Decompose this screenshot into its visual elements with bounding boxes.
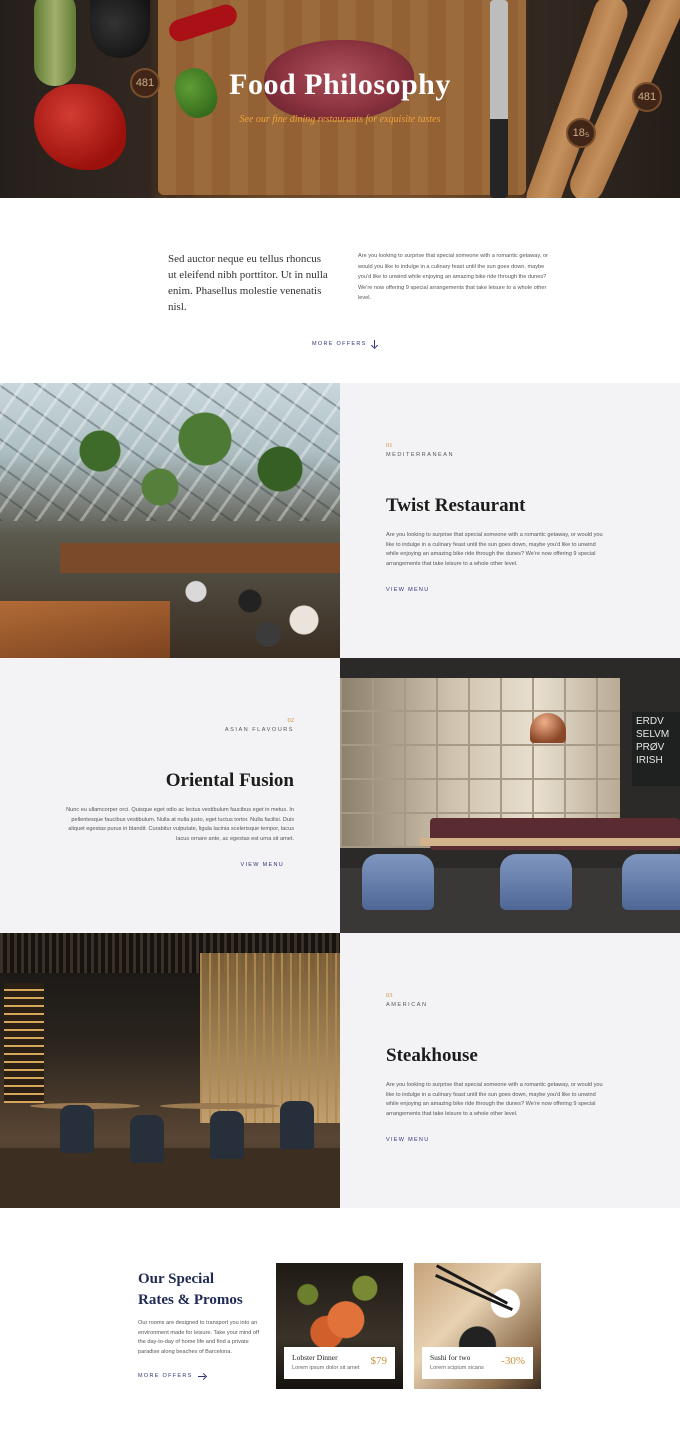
dining-table: [160, 1103, 280, 1109]
more-offers-link[interactable]: MORE OFFERS: [312, 340, 378, 348]
restaurant-row-steakhouse: 03 AMERICAN Steakhouse Are you looking t…: [0, 933, 680, 1208]
intro-text: Are you looking to surprise that special…: [358, 253, 548, 301]
chair: [130, 1115, 164, 1163]
restaurant-description: Are you looking to surprise that special…: [386, 1082, 603, 1117]
restaurant-row-twist: 01 MEDITERRANEAN Twist Restaurant Are yo…: [0, 383, 680, 658]
promo-card-sushi[interactable]: Sushi for two Lorem scipium sicans -30%: [414, 1263, 541, 1389]
promo-card-label: Sushi for two Lorem scipium sicans -30%: [422, 1347, 533, 1379]
hanging-plants: [40, 403, 340, 523]
restaurant-row-oriental: 02 ASIAN FLAVOURS Oriental Fusion Nunc e…: [0, 658, 680, 933]
hero-title: Food Philosophy: [229, 68, 451, 101]
more-offers-label: MORE OFFERS: [312, 341, 367, 347]
restaurant-number: 03: [386, 992, 393, 999]
restaurant-category: MEDITERRANEAN: [386, 452, 454, 458]
promos-link-label: MORE OFFERS: [138, 1373, 193, 1379]
restaurant-category: AMERICAN: [386, 1002, 428, 1008]
steakhouse-photo: [0, 933, 340, 1208]
restaurant-description: Nunc eu ullamcorper orci. Quisque eget o…: [66, 807, 294, 842]
intro-quote: Sed auctor neque eu tellus rhoncus ut el…: [168, 253, 328, 313]
oriental-info-panel: 02 ASIAN FLAVOURS Oriental Fusion Nunc e…: [0, 658, 340, 933]
blue-chair: [622, 854, 680, 910]
promos-title: Our Special Rates & Promos: [138, 1269, 243, 1311]
twist-info-panel: 01 MEDITERRANEAN Twist Restaurant Are yo…: [340, 383, 680, 658]
promos-more-offers-link[interactable]: MORE OFFERS: [138, 1373, 206, 1379]
restaurant-description: Are you looking to surprise that special…: [386, 532, 603, 567]
promos-title-line2: Rates & Promos: [138, 1292, 243, 1308]
dining-table: [420, 838, 680, 846]
view-menu-link[interactable]: VIEW MENU: [386, 587, 429, 593]
oriental-fusion-photo: ERDV SELVM PRØV IRISH: [340, 658, 680, 933]
restaurant-title: Twist Restaurant: [386, 495, 526, 516]
promo-card-label: Lobster Dinner Lorem ipsum dolor sit ame…: [284, 1347, 395, 1379]
blue-chair: [362, 854, 434, 910]
wine-wall: [4, 983, 44, 1103]
twist-restaurant-photo: [0, 383, 340, 658]
floor: [0, 1148, 340, 1208]
copper-lamp: [530, 713, 566, 743]
restaurant-title: Steakhouse: [386, 1045, 478, 1066]
hero-subtitle: See our fine dining restaurants for exqu…: [239, 114, 441, 125]
diners: [160, 563, 340, 658]
promo-card-lobster[interactable]: Lobster Dinner Lorem ipsum dolor sit ame…: [276, 1263, 403, 1389]
view-menu-link[interactable]: VIEW MENU: [241, 862, 284, 868]
promos-text: Our rooms are designed to transport you …: [138, 1320, 260, 1355]
arrow-down-icon: [372, 340, 378, 348]
chair: [60, 1105, 94, 1153]
arrow-right-icon: [197, 1373, 206, 1379]
hero-banner: 481 481 18₅ Food Philosophy See our fine…: [0, 0, 680, 198]
promo-price: $79: [370, 1355, 388, 1367]
view-menu-link[interactable]: VIEW MENU: [386, 1137, 429, 1143]
restaurant-category: ASIAN FLAVOURS: [224, 727, 294, 733]
restaurant-title: Oriental Fusion: [165, 770, 294, 791]
promos-title-line1: Our Special: [138, 1271, 214, 1287]
chalkboard: ERDV SELVM PRØV IRISH: [632, 712, 680, 786]
blue-chair: [500, 854, 572, 910]
wooden-screen: [200, 953, 340, 1123]
chair: [210, 1111, 244, 1159]
dining-table: [0, 601, 170, 658]
chair: [280, 1101, 314, 1149]
promo-discount: -30%: [501, 1355, 525, 1367]
restaurant-number: 02: [287, 717, 295, 724]
restaurant-number: 01: [386, 442, 393, 449]
steakhouse-info-panel: 03 AMERICAN Steakhouse Are you looking t…: [340, 933, 680, 1208]
